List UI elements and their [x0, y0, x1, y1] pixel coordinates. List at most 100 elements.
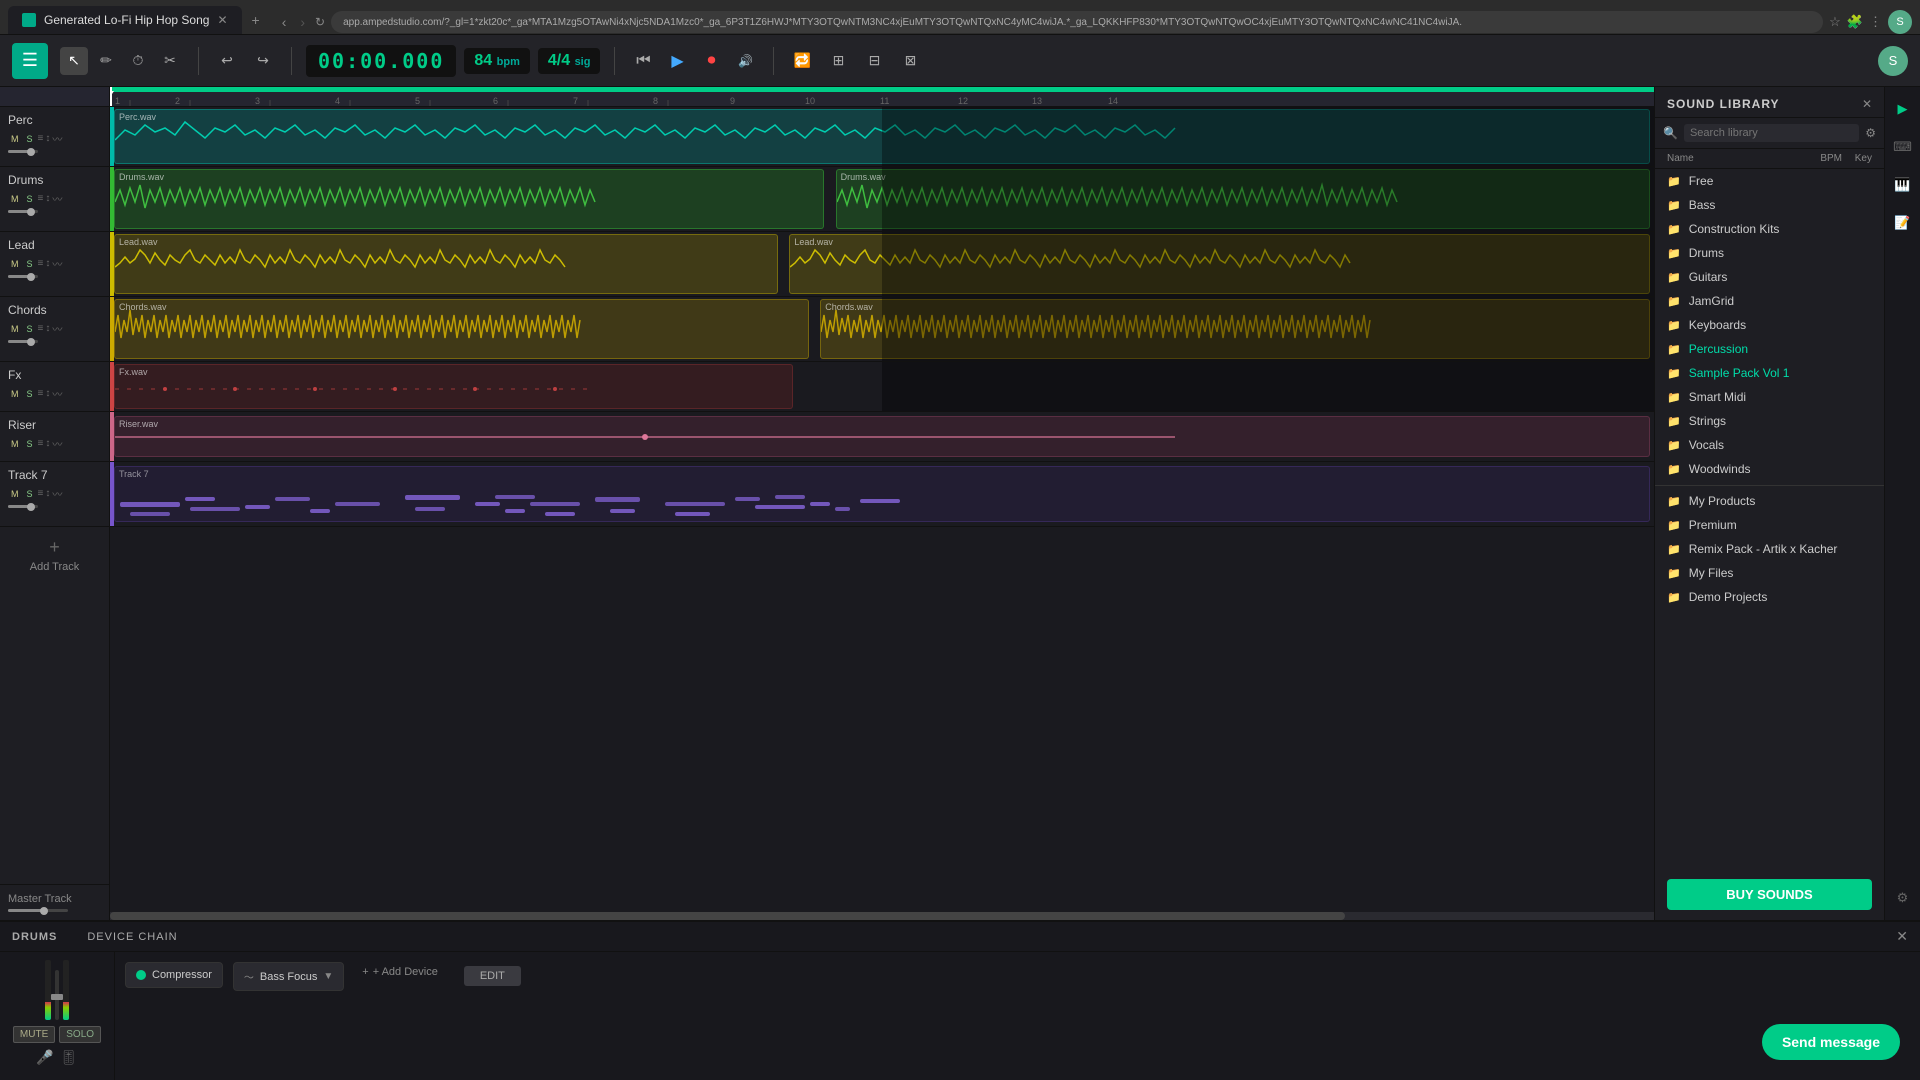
tab-close[interactable]: ✕ — [217, 13, 227, 27]
perc-volume[interactable] — [8, 150, 38, 153]
scrollbar-thumb[interactable] — [110, 912, 1345, 920]
fader-handle[interactable] — [51, 994, 63, 1000]
play-btn[interactable]: ▶ — [663, 47, 691, 75]
browser-extensions[interactable]: 🧩 — [1847, 14, 1863, 30]
select-tool[interactable]: ↖ — [60, 47, 88, 75]
solo-btn[interactable]: SOLO — [59, 1026, 101, 1043]
lead-clip-1[interactable]: Lead.wav — [114, 234, 778, 294]
master-volume[interactable] — [8, 909, 68, 912]
library-item-demo-projects[interactable]: 📁Demo Projects — [1655, 585, 1884, 609]
library-item-free[interactable]: 📁Free — [1655, 169, 1884, 193]
drums-s-btn[interactable]: S — [24, 193, 36, 205]
perc-icon3[interactable]: 〰 — [52, 131, 62, 146]
track7-m-btn[interactable]: M — [8, 488, 22, 500]
riser-s-btn[interactable]: S — [24, 438, 36, 450]
drums-mic-icon[interactable]: 🎤 — [36, 1049, 53, 1066]
forward-btn[interactable]: › — [296, 14, 309, 30]
chords-icon2[interactable]: ↕ — [45, 323, 50, 334]
fx-icon1[interactable]: ≡ — [38, 388, 44, 399]
track-lane-chords[interactable]: Chords.wav Chords.wav — [110, 297, 1654, 362]
library-item-my-products[interactable]: 📁My Products — [1655, 485, 1884, 513]
scissors-tool[interactable]: ✂ — [156, 47, 184, 75]
lead-s-btn[interactable]: S — [24, 258, 36, 270]
compressor-power-btn[interactable] — [136, 970, 146, 980]
perc-icon1[interactable]: ≡ — [38, 133, 44, 144]
fx-clip[interactable]: Fx.wav — [114, 364, 793, 409]
track7-icon2[interactable]: ↕ — [45, 488, 50, 499]
menu-button[interactable]: ☰ — [12, 43, 48, 79]
chords-icon1[interactable]: ≡ — [38, 323, 44, 334]
fx-m-btn[interactable]: M — [8, 388, 22, 400]
fx-icon3[interactable]: 〰 — [52, 386, 62, 401]
record-btn[interactable]: ⏺ — [697, 47, 725, 75]
drums-icon3[interactable]: 〰 — [52, 191, 62, 206]
library-item-sample-pack-vol-1[interactable]: 📁Sample Pack Vol 1 — [1655, 361, 1884, 385]
library-item-vocals[interactable]: 📁Vocals — [1655, 433, 1884, 457]
track-lane-fx[interactable]: Fx.wav — [110, 362, 1654, 412]
library-item-premium[interactable]: 📁Premium — [1655, 513, 1884, 537]
right-sidebar-btn-1[interactable]: ▶ — [1889, 95, 1917, 123]
right-sidebar-btn-2[interactable]: ⌨ — [1889, 133, 1917, 161]
library-item-guitars[interactable]: 📁Guitars — [1655, 265, 1884, 289]
chords-s-btn[interactable]: S — [24, 323, 36, 335]
library-item-jamgrid[interactable]: 📁JamGrid — [1655, 289, 1884, 313]
lead-volume[interactable] — [8, 275, 38, 278]
library-item-woodwinds[interactable]: 📁Woodwinds — [1655, 457, 1884, 481]
filter-icon[interactable]: ⚙ — [1865, 126, 1876, 140]
perc-m-btn[interactable]: M — [8, 133, 22, 145]
loop-btn[interactable]: 🔁 — [788, 47, 816, 75]
search-input[interactable] — [1684, 124, 1859, 142]
lead-icon2[interactable]: ↕ — [45, 258, 50, 269]
playhead[interactable] — [110, 87, 112, 106]
fx-icon2[interactable]: ↕ — [45, 388, 50, 399]
library-close-btn[interactable]: ✕ — [1862, 97, 1872, 111]
library-item-keyboards[interactable]: 📁Keyboards — [1655, 313, 1884, 337]
riser-icon3[interactable]: 〰 — [52, 436, 62, 451]
clock-tool[interactable]: ⏱ — [124, 47, 152, 75]
chords-volume[interactable] — [8, 340, 38, 343]
edit-btn[interactable]: EDIT — [464, 966, 521, 986]
perc-s-btn[interactable]: S — [24, 133, 36, 145]
volume-btn[interactable]: 🔊 — [731, 47, 759, 75]
track-lane-drums[interactable]: Drums.wav Drums.wav — [110, 167, 1654, 232]
chords-icon3[interactable]: 〰 — [52, 321, 62, 336]
add-device-btn[interactable]: + + Add Device — [354, 962, 446, 982]
track-lane-lead[interactable]: Lead.wav Lead.wav — [110, 232, 1654, 297]
track7-icon3[interactable]: 〰 — [52, 486, 62, 501]
drums-headphone-icon[interactable]: 🎚 — [60, 1049, 78, 1066]
new-tab-btn[interactable]: + — [242, 6, 270, 34]
track7-s-btn[interactable]: S — [24, 488, 36, 500]
browser-avatar[interactable]: S — [1888, 10, 1912, 34]
transport-bpm[interactable]: 84 bpm — [464, 48, 529, 74]
reload-btn[interactable]: ↻ — [315, 15, 325, 29]
drums-icon1[interactable]: ≡ — [38, 193, 44, 204]
library-item-percussion[interactable]: 📁Percussion — [1655, 337, 1884, 361]
send-message-btn[interactable]: Send message — [1762, 1024, 1900, 1060]
chords-m-btn[interactable]: M — [8, 323, 22, 335]
library-item-strings[interactable]: 📁Strings — [1655, 409, 1884, 433]
transport-sig[interactable]: 4/4 sig — [538, 48, 601, 74]
undo-btn[interactable]: ↩ — [213, 47, 241, 75]
device-bass-focus[interactable]: 〜 Bass Focus ▼ — [233, 962, 344, 991]
library-item-my-files[interactable]: 📁My Files — [1655, 561, 1884, 585]
riser-icon2[interactable]: ↕ — [45, 438, 50, 449]
riser-clip[interactable]: Riser.wav — [114, 416, 1650, 457]
drums-icon2[interactable]: ↕ — [45, 193, 50, 204]
device-compressor[interactable]: Compressor — [125, 962, 223, 988]
skip-back-btn[interactable]: ⏮ — [629, 47, 657, 75]
library-item-drums[interactable]: 📁Drums — [1655, 241, 1884, 265]
drums-clip-1[interactable]: Drums.wav — [114, 169, 824, 229]
bottom-close-btn[interactable]: ✕ — [1896, 928, 1908, 945]
browser-menu-btn[interactable]: ⋮ — [1869, 14, 1882, 30]
fader-track[interactable] — [55, 970, 59, 1020]
buy-sounds-btn[interactable]: BUY SOUNDS — [1667, 879, 1872, 910]
track-lane-riser[interactable]: Riser.wav — [110, 412, 1654, 462]
track-lane-track7[interactable]: Track 7 — [110, 462, 1654, 527]
track7-clip[interactable]: Track 7 — [114, 466, 1650, 522]
quantize-btn[interactable]: ⊟ — [860, 47, 888, 75]
chords-clip-1[interactable]: Chords.wav — [114, 299, 809, 359]
right-sidebar-btn-4[interactable]: 📝 — [1889, 209, 1917, 237]
library-item-construction-kits[interactable]: 📁Construction Kits — [1655, 217, 1884, 241]
riser-icon1[interactable]: ≡ — [38, 438, 44, 449]
bass-focus-dropdown-icon[interactable]: ▼ — [323, 971, 333, 982]
